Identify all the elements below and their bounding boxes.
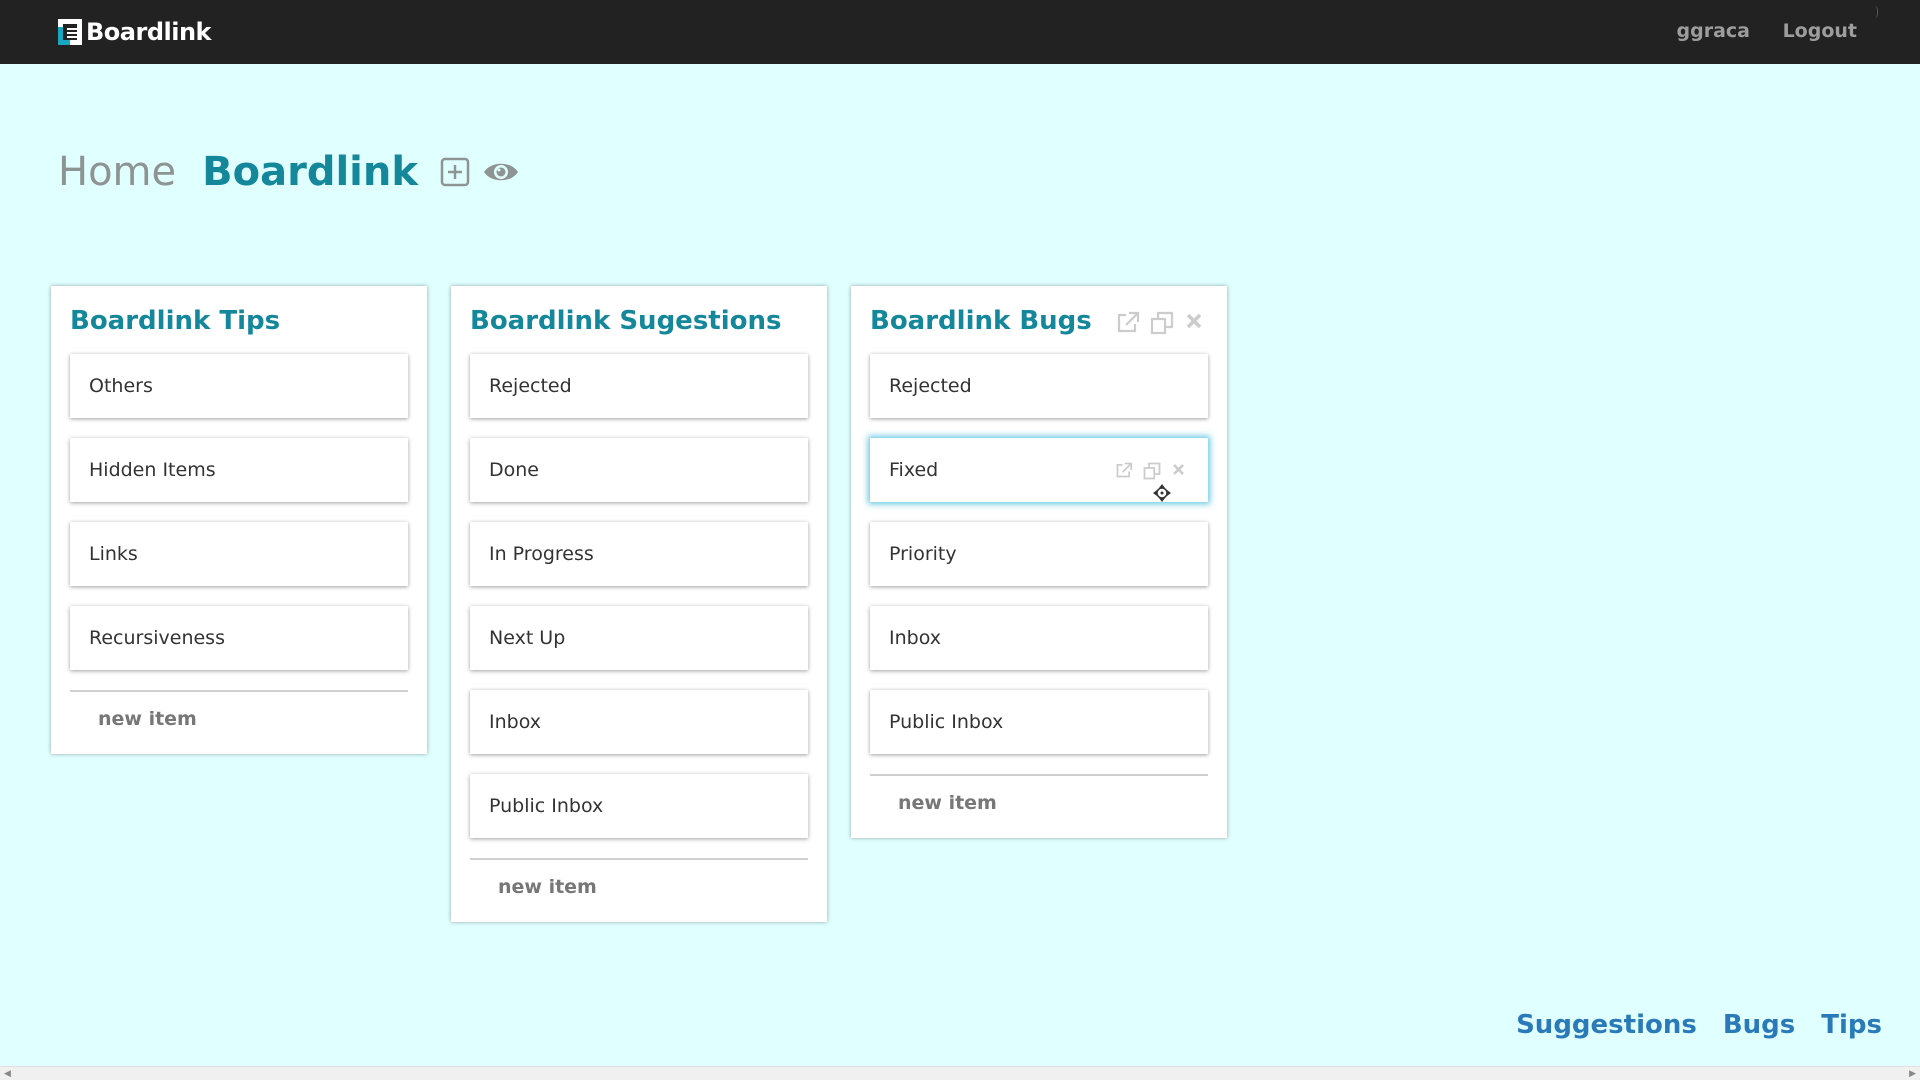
item-label: Public Inbox [889, 711, 1004, 733]
board-header: Boardlink Tips [70, 303, 408, 339]
breadcrumb: Home Boardlink [58, 146, 520, 198]
new-item-button[interactable]: new item [870, 792, 1208, 818]
top-navbar: Boardlink ggraca Logout [0, 0, 1920, 64]
item-label: Fixed [889, 459, 939, 481]
plus-square-icon [440, 157, 470, 187]
page-title: Boardlink [202, 149, 418, 195]
item-label: Hidden Items [89, 459, 216, 481]
list-item[interactable]: Rejected [470, 354, 808, 418]
list-item[interactable]: Public Inbox [870, 690, 1208, 754]
item-label: Rejected [889, 375, 972, 397]
close-icon[interactable] [1184, 311, 1204, 331]
new-item-button[interactable]: new item [70, 708, 408, 734]
board-title[interactable]: Boardlink Tips [70, 303, 408, 339]
eye-icon [483, 163, 518, 181]
close-icon[interactable] [1171, 462, 1186, 477]
item-label: Inbox [489, 711, 541, 733]
boardlink-logo-icon [58, 19, 82, 45]
item-label: Rejected [489, 375, 572, 397]
board-tips: Boardlink Tips Others Hidden Items Links… [51, 286, 427, 754]
board-header: Boardlink Sugestions [470, 303, 808, 339]
divider [870, 774, 1208, 776]
list-item[interactable]: Hidden Items [70, 438, 408, 502]
divider [70, 690, 408, 692]
external-link-icon[interactable] [1115, 462, 1133, 478]
item-label: Links [89, 543, 138, 565]
scroll-right-icon[interactable]: ▶ [1909, 1069, 1916, 1079]
list-item[interactable]: Inbox [870, 606, 1208, 670]
horizontal-scrollbar[interactable]: ◀ ▶ [0, 1066, 1920, 1080]
list-item[interactable]: Done [470, 438, 808, 502]
corner-indicator [1874, 6, 1878, 18]
app-logo[interactable]: Boardlink [58, 16, 212, 48]
item-label: Next Up [489, 627, 566, 649]
list-item[interactable]: Rejected [870, 354, 1208, 418]
list-item[interactable]: In Progress [470, 522, 808, 586]
item-label: Recursiveness [89, 627, 225, 649]
list-item[interactable]: Others [70, 354, 408, 418]
item-label: Others [89, 375, 153, 397]
list-item[interactable]: Public Inbox [470, 774, 808, 838]
external-link-icon[interactable] [1116, 311, 1140, 333]
toggle-visibility-button[interactable] [482, 158, 520, 186]
username-link[interactable]: ggraca [1677, 20, 1750, 42]
breadcrumb-home[interactable]: Home [58, 149, 176, 195]
copy-icon[interactable] [1150, 311, 1174, 335]
board-bugs: Boardlink Bugs Rejected Fixed Priority I… [851, 286, 1227, 838]
board-title[interactable]: Boardlink Sugestions [470, 303, 808, 339]
item-label: Priority [889, 543, 957, 565]
copy-icon[interactable] [1143, 462, 1161, 480]
new-item-button[interactable]: new item [470, 876, 808, 902]
list-item[interactable]: Recursiveness [70, 606, 408, 670]
item-label: Done [489, 459, 539, 481]
move-cursor-icon [1153, 484, 1171, 502]
scroll-left-icon[interactable]: ◀ [4, 1069, 11, 1079]
footer-link-tips[interactable]: Tips [1821, 1010, 1882, 1040]
footer-links: Suggestions Bugs Tips [1516, 1010, 1882, 1040]
item-actions [1115, 462, 1186, 480]
footer-link-suggestions[interactable]: Suggestions [1516, 1010, 1697, 1040]
item-label: Public Inbox [489, 795, 604, 817]
list-item[interactable]: Inbox [470, 690, 808, 754]
logo-text: Boardlink [86, 18, 212, 46]
item-label: Inbox [889, 627, 941, 649]
divider [470, 858, 808, 860]
item-label: In Progress [489, 543, 594, 565]
logout-link[interactable]: Logout [1783, 20, 1857, 42]
footer-link-bugs[interactable]: Bugs [1723, 1010, 1795, 1040]
list-item[interactable]: Next Up [470, 606, 808, 670]
list-item[interactable]: Priority [870, 522, 1208, 586]
list-item[interactable]: Links [70, 522, 408, 586]
board-header: Boardlink Bugs [870, 303, 1208, 339]
board-actions [1116, 311, 1204, 335]
board-suggestions: Boardlink Sugestions Rejected Done In Pr… [451, 286, 827, 922]
add-board-button[interactable] [440, 157, 470, 187]
